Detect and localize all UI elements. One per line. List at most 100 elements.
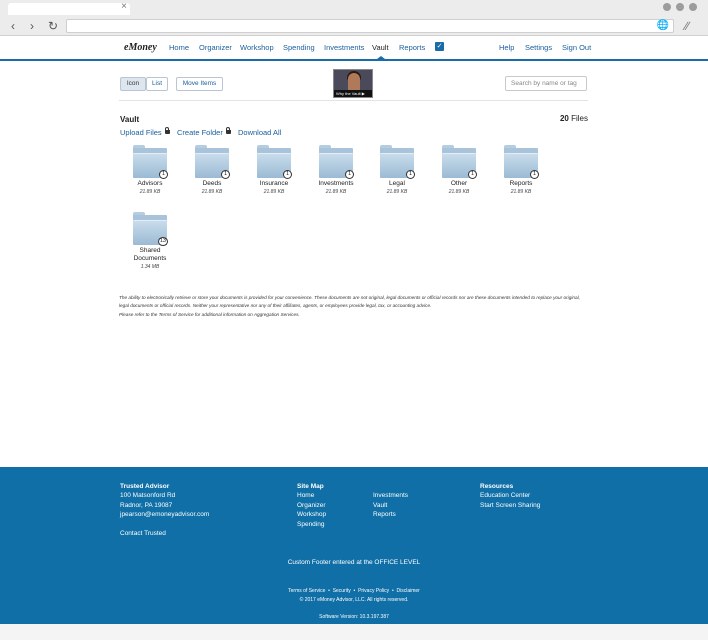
file-count-badge: 1 xyxy=(406,170,415,179)
folder-size: 21.89 KB xyxy=(325,189,347,195)
active-tab-indicator xyxy=(377,56,385,59)
sitemap-link[interactable]: Workshop xyxy=(297,510,326,520)
nav-vault[interactable]: Vault xyxy=(372,43,389,52)
advisor-address-line: 100 Matsonford Rd xyxy=(120,492,176,499)
upload-files-link[interactable]: Upload Files xyxy=(120,127,170,137)
file-count-badge: 1 xyxy=(283,170,292,179)
file-count: 20 Files xyxy=(559,114,588,123)
file-count-badge: 1 xyxy=(345,170,354,179)
folder-icon[interactable]: 1 xyxy=(319,145,354,179)
footer: Trusted Advisor 100 Matsonford Rd Radnor… xyxy=(0,467,708,624)
file-count-badge: 1 xyxy=(530,170,539,179)
folder-legal[interactable]: 1 Legal 21.89 KB xyxy=(367,145,427,215)
extension-icon[interactable]: ∕∕ xyxy=(685,19,689,33)
resource-link[interactable]: Start Screen Sharing xyxy=(480,501,540,511)
folder-deeds[interactable]: 1 Deeds 21.89 KB xyxy=(182,145,242,215)
terms-link[interactable]: Terms of Service xyxy=(288,588,325,594)
sitemap-link[interactable]: Investments xyxy=(373,491,408,501)
folder-icon[interactable]: 1 xyxy=(442,145,477,179)
copyright: © 2017 eMoney Advisor, LLC. All rights r… xyxy=(299,597,409,603)
page-title: Vault xyxy=(120,115,140,124)
file-count-badge: 1 xyxy=(468,170,477,179)
contact-link[interactable]: Contact Trusted xyxy=(120,529,166,539)
presenter-image xyxy=(348,73,360,91)
video-caption: Why the Vault ▶ xyxy=(334,90,372,97)
nav-home[interactable]: Home xyxy=(169,43,189,52)
lock-icon xyxy=(225,127,231,134)
folder-name[interactable]: Investments xyxy=(306,180,366,188)
globe-icon: 🌐 xyxy=(656,20,669,31)
folder-size: 21.89 KB xyxy=(139,189,161,195)
window-dot-icon[interactable] xyxy=(663,3,671,11)
window-dot-icon[interactable] xyxy=(676,3,684,11)
sitemap-link[interactable]: Home xyxy=(297,491,314,501)
folder-icon[interactable]: 1 xyxy=(257,145,292,179)
create-folder-link[interactable]: Create Folder xyxy=(177,127,231,137)
software-version: Software Version: 10.3.197.387 xyxy=(319,614,389,620)
folder-other[interactable]: 1 Other 21.89 KB xyxy=(429,145,489,215)
nav-settings[interactable]: Settings xyxy=(525,43,552,52)
reload-icon[interactable]: ↻ xyxy=(48,19,58,33)
folder-size: 21.89 KB xyxy=(263,189,285,195)
emoney-logo[interactable]: eMoney xyxy=(124,42,157,53)
resource-link[interactable]: Education Center xyxy=(480,491,530,501)
nav-spending[interactable]: Spending xyxy=(283,43,315,52)
nav-investments[interactable]: Investments xyxy=(324,43,364,52)
back-arrow-icon[interactable]: ‹ xyxy=(11,19,15,33)
sitemap-link[interactable]: Spending xyxy=(297,520,324,530)
folder-icon[interactable]: 1 xyxy=(195,145,230,179)
nav-sign-out[interactable]: Sign Out xyxy=(562,43,591,52)
file-count-badge: 1 xyxy=(221,170,230,179)
lock-icon xyxy=(164,127,170,134)
nav-help[interactable]: Help xyxy=(499,43,514,52)
folder-icon[interactable]: 1 xyxy=(133,145,168,179)
browser-tab[interactable]: × xyxy=(8,1,130,15)
address-bar[interactable]: 🌐 xyxy=(66,19,674,33)
folder-reports[interactable]: 1 Reports 21.89 KB xyxy=(491,145,551,215)
play-icon: ▶ xyxy=(361,91,365,96)
page-bottom-margin xyxy=(0,624,708,640)
security-link[interactable]: Security xyxy=(333,588,351,594)
nav-reports[interactable]: Reports xyxy=(399,43,425,52)
file-count-badge: 1 xyxy=(159,170,168,179)
browser-chrome: × ‹ › ↻ 🌐 ∕∕ xyxy=(0,0,708,36)
legal-links: Terms of Service • Security • Privacy Po… xyxy=(288,588,420,594)
search-input[interactable]: Search by name or tag xyxy=(505,76,587,91)
folder-name[interactable]: Advisors xyxy=(120,180,180,188)
checklist-icon[interactable]: ✓ xyxy=(435,42,444,51)
privacy-link[interactable]: Privacy Policy xyxy=(358,588,389,594)
view-list-button[interactable]: List xyxy=(146,77,168,91)
advisor-email-link[interactable]: jpearson@emoneyadvisor.com xyxy=(120,510,209,520)
file-count-badge: 13 xyxy=(157,237,168,246)
custom-footer-text: Custom Footer entered at the OFFICE LEVE… xyxy=(287,559,421,566)
folder-shared-documents[interactable]: 13 Shared Documents 1.34 MB xyxy=(120,212,180,276)
video-thumbnail[interactable]: Why the Vault ▶ xyxy=(333,69,373,98)
view-icon-button[interactable]: Icon xyxy=(120,77,146,91)
folder-size: 21.89 KB xyxy=(386,189,408,195)
folder-name[interactable]: Deeds xyxy=(182,180,242,188)
nav-workshop[interactable]: Workshop xyxy=(240,43,274,52)
disclaimer-link[interactable]: Disclaimer xyxy=(397,588,420,594)
folder-size: 1.34 MB xyxy=(140,264,160,270)
move-items-button[interactable]: Move Items xyxy=(176,77,223,91)
folder-advisors[interactable]: 1 Advisors 21.89 KB xyxy=(120,145,180,215)
nav-organizer[interactable]: Organizer xyxy=(199,43,232,52)
folder-name[interactable]: Other xyxy=(429,180,489,188)
folder-investments[interactable]: 1 Investments 21.89 KB xyxy=(306,145,366,215)
download-all-link[interactable]: Download All xyxy=(238,128,281,137)
folder-size: 21.89 KB xyxy=(201,189,223,195)
folder-name[interactable]: Legal xyxy=(367,180,427,188)
forward-arrow-icon[interactable]: › xyxy=(30,19,34,33)
folder-name[interactable]: Insurance xyxy=(244,180,304,188)
window-dot-icon[interactable] xyxy=(689,3,697,11)
terms-note: Please refer to the Terms of Service for… xyxy=(119,312,300,317)
sitemap-link[interactable]: Reports xyxy=(373,510,396,520)
folder-icon[interactable]: 13 xyxy=(133,212,168,246)
folder-name[interactable]: Shared Documents xyxy=(125,247,175,263)
folder-name[interactable]: Reports xyxy=(491,180,551,188)
tab-close-icon[interactable]: × xyxy=(121,1,127,12)
disclaimer-text: The ability to electronically retrieve o… xyxy=(119,295,580,308)
folder-icon[interactable]: 1 xyxy=(504,145,539,179)
folder-insurance[interactable]: 1 Insurance 21.89 KB xyxy=(244,145,304,215)
folder-icon[interactable]: 1 xyxy=(380,145,415,179)
